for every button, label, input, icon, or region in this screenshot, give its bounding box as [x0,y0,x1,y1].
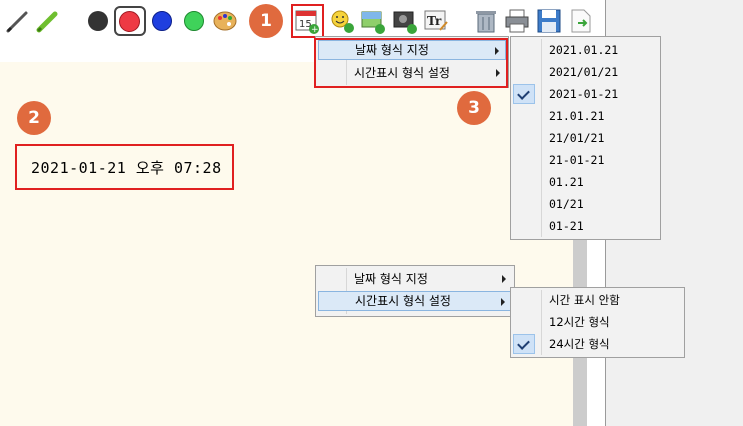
time-option[interactable]: 12시간 형식 [513,311,682,333]
time-option-selected[interactable]: 24시간 형식 [513,333,682,355]
text-tool-label: Tr [427,14,442,28]
time-option[interactable]: 시간 표시 안함 [513,289,682,311]
emoji-icon[interactable] [329,8,355,34]
date-option[interactable]: 21-01-21 [513,149,658,171]
menu-item-label: 시간표시 형식 설정 [355,294,451,308]
menu-item-time-format[interactable]: 시간표시 형식 설정 [318,291,512,311]
menu-item-date-format[interactable]: 날짜 형식 지정 [318,269,512,289]
date-option[interactable]: 21/01/21 [513,127,658,149]
date-option[interactable]: 01/21 [513,193,658,215]
date-format-submenu: 2021.01.21 2021/01/21 2021-01-21 21.01.2… [510,36,661,240]
context-menu-bottom: 날짜 형식 지정 시간표시 형식 설정 [315,265,515,317]
palette-icon[interactable] [212,8,238,34]
trash-icon[interactable] [473,8,499,34]
date-option[interactable]: 01.21 [513,171,658,193]
color-black[interactable] [88,11,108,31]
color-red[interactable] [119,11,140,32]
date-option-selected[interactable]: 2021-01-21 [513,83,658,105]
badge-1: 1 [249,4,283,38]
export-icon[interactable] [568,8,594,34]
time-format-submenu: 시간 표시 안함 12시간 형식 24시간 형식 [510,287,685,358]
color-blue[interactable] [152,11,172,31]
date-option[interactable]: 2021.01.21 [513,39,658,61]
text-tool-icon[interactable]: Tr [423,8,449,34]
pencil-icon[interactable] [4,8,30,34]
date-option[interactable]: 2021/01/21 [513,61,658,83]
badge-3: 3 [457,91,491,125]
image-icon[interactable] [360,8,386,34]
top-menu-highlight [314,38,508,88]
badge-2: 2 [17,101,51,135]
print-icon[interactable] [504,8,530,34]
marker-icon[interactable] [34,8,60,34]
color-green[interactable] [184,11,204,31]
photo-icon[interactable] [392,8,418,34]
date-option[interactable]: 21.01.21 [513,105,658,127]
menu-item-label: 날짜 형식 지정 [354,272,428,286]
save-icon[interactable] [536,8,562,34]
submenu-arrow-icon [502,275,506,283]
submenu-arrow-icon [501,298,505,306]
calendar-highlight [291,4,324,38]
datetime-text[interactable]: 2021-01-21 오후 07:28 [31,157,222,178]
date-option[interactable]: 01-21 [513,215,658,237]
